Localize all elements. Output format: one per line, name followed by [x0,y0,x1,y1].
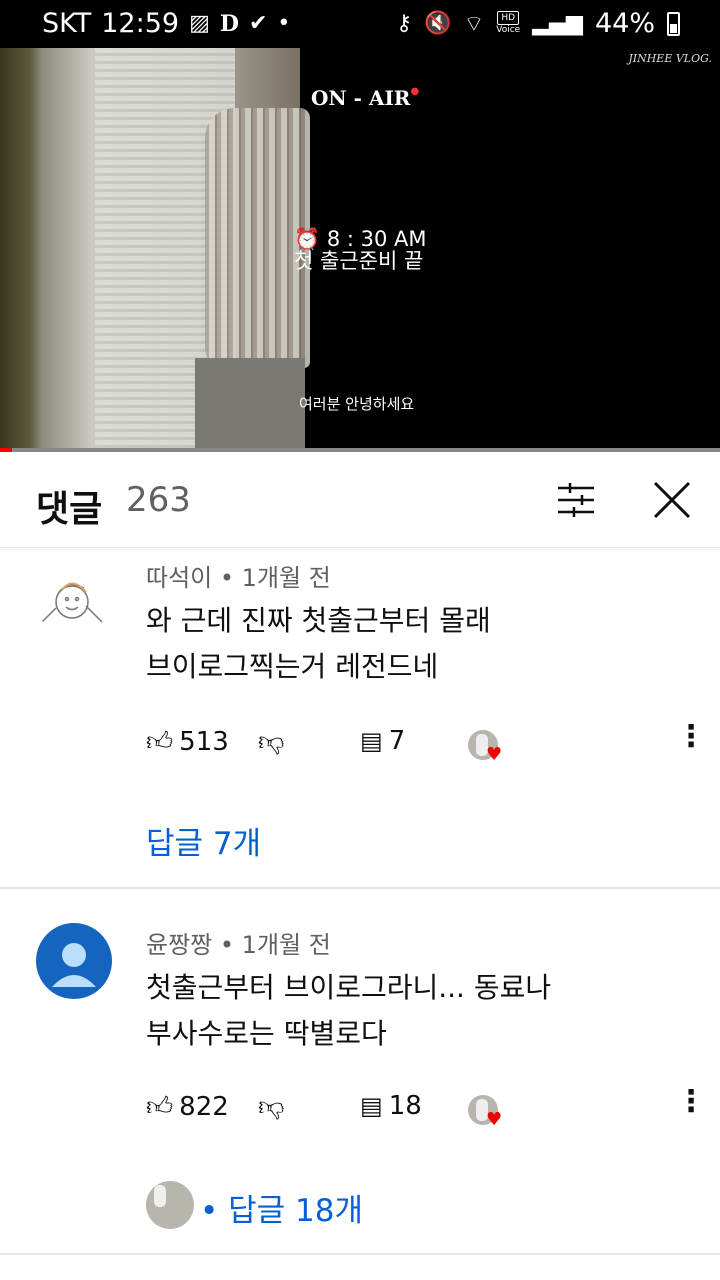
mute-icon: 🔇 [424,11,452,36]
avatar[interactable] [36,923,112,999]
signal-icon: ▂▄▆ [532,11,583,36]
comment-text: 첫출근부터 브이로그라니... 동료나 부사수로는 딱별로다 [146,971,552,1050]
heart-icon: ♥ [486,744,503,765]
comment-time: 1개월 전 [241,931,331,959]
view-replies-link[interactable]: • 답글 18개 [200,1185,363,1230]
comment-divider [0,1253,720,1255]
heart-icon: ♥ [486,1109,503,1130]
video-overlay-title: ON - AIR● [311,86,420,110]
key-icon: ⚷ [396,11,413,36]
dislike-button[interactable]: 👎︎ [258,726,284,757]
hd-voice-badge: HD Voice [496,11,520,36]
comment-text: 와 근데 진짜 첫출근부터 몰래 브이로그찍는거 레전드네 [146,604,491,683]
comments-title: 댓글 [36,489,103,530]
reply-button[interactable]: ▤ 7 [360,726,405,756]
comment-time: 1개월 전 [241,564,331,592]
caption-text: 첫 출근준비 끝 [294,249,424,273]
thumbs-down-icon: 👎︎ [258,1092,285,1122]
reply-count: 18 [388,1091,422,1121]
clock: 12:59 [101,8,180,39]
comments-count: 263 [126,480,191,520]
comment-author[interactable]: 따석이 [146,564,212,592]
thumbs-up-icon: 👍︎ [146,727,174,757]
comment-author[interactable]: 윤짱짱 [146,931,212,959]
time-caption: ⏰ 8 : 30 AM [294,227,427,251]
creator-reply-avatar [146,1181,194,1229]
comments-header: 댓글 263 [0,452,720,548]
comment-meta: 윤짱짱 • 1개월 전 [146,931,331,959]
comment-divider [0,887,720,889]
like-button[interactable]: 👍︎ 513 [146,726,229,758]
like-button[interactable]: 👍︎ 822 [146,1091,229,1123]
like-count: 822 [179,1091,229,1122]
view-replies-link[interactable]: 답글 7개 [146,818,261,863]
wifi-icon: ⌔ [463,11,485,37]
comment-actions: 👍︎ 822 👎︎ ▤ 18 ♥ ⋮ [146,1087,706,1131]
carrier-label: SKT [42,8,92,39]
thumbs-down-icon: 👎︎ [258,727,285,757]
video-player[interactable]: ON - AIR● JINHEE VLOG. ⏰ 8 : 30 AM 첫 출근준… [0,48,720,450]
creator-heart-badge: ♥ [468,730,502,765]
dot-icon: • [277,11,291,36]
avatar[interactable] [36,562,112,638]
d-icon: D [219,10,239,37]
video-subtitle: 여러분 안녕하세요 [299,395,415,413]
hd-label: HD [497,11,520,25]
thumbs-up-icon: 👍︎ [146,1092,174,1122]
battery-percent: 44% [594,8,655,39]
voice-label: Voice [496,25,521,35]
reply-icon: ▤ [360,1092,383,1120]
video-overlay-caption: ⏰ 8 : 30 AM 첫 출근준비 끝 [294,228,427,272]
more-options-icon[interactable]: ⋮ [676,722,706,752]
download-check-icon: ✔ [248,11,268,36]
comment-meta: 따석이 • 1개월 전 [146,564,331,592]
dislike-button[interactable]: 👎︎ [258,1091,284,1122]
close-icon[interactable] [652,480,692,520]
battery-icon [667,11,680,36]
sort-filter-icon[interactable] [556,482,596,518]
channel-watermark: JINHEE VLOG. [628,52,712,65]
reply-icon: ▤ [360,727,383,755]
reply-button[interactable]: ▤ 18 [360,1091,422,1121]
status-bar: SKT 12:59 ▨ D ✔ • ⚷ 🔇 ⌔ HD Voice ▂▄▆ 44% [0,0,720,48]
creator-heart-badge: ♥ [468,1095,502,1130]
more-options-icon[interactable]: ⋮ [676,1087,706,1117]
video-frame-person [195,88,310,450]
image-icon: ▨ [189,11,210,36]
comment-actions: 👍︎ 513 👎︎ ▤ 7 ♥ ⋮ [146,722,706,766]
like-count: 513 [179,726,229,757]
reply-count: 7 [388,726,406,756]
